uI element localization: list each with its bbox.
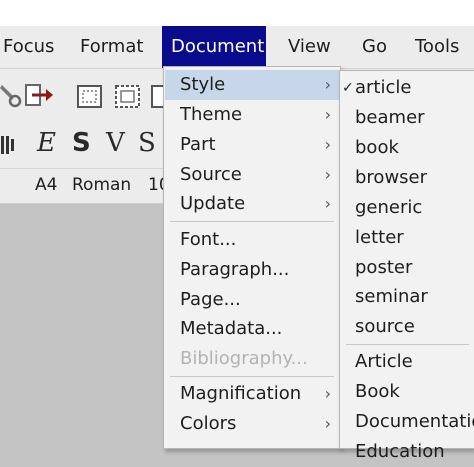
style-item-label: source	[355, 316, 415, 337]
menu-format[interactable]: Format	[71, 26, 152, 68]
emphasize-button[interactable]: E	[37, 128, 56, 158]
menu-item-update[interactable]: Update ›	[165, 189, 339, 219]
menu-item-label: Magnification	[180, 383, 302, 404]
menu-item-part[interactable]: Part ›	[165, 130, 339, 160]
style-item-source[interactable]: source	[341, 312, 474, 342]
menu-item-label: Font...	[180, 229, 237, 250]
style-item-book-alt[interactable]: Book	[341, 377, 474, 407]
export-icon[interactable]	[24, 82, 56, 110]
chevron-right-icon: ›	[324, 165, 331, 184]
menu-item-magnification[interactable]: Magnification ›	[165, 379, 339, 409]
chevron-right-icon: ›	[324, 414, 331, 433]
chevron-right-icon: ›	[324, 105, 331, 124]
style-item-article-alt[interactable]: Article	[341, 347, 474, 377]
style-item-beamer[interactable]: beamer	[341, 103, 474, 133]
paper-size[interactable]: A4	[35, 175, 57, 195]
style-item-seminar[interactable]: seminar	[341, 282, 474, 312]
chevron-right-icon: ›	[324, 75, 331, 94]
samp-button[interactable]: S	[138, 128, 156, 158]
menu-item-label: Bibliography...	[180, 348, 308, 369]
chevron-right-icon: ›	[324, 384, 331, 403]
window-top-strip	[0, 0, 474, 26]
style-item-label: Documentation	[355, 411, 474, 432]
style-item-label: book	[355, 137, 399, 158]
menu-separator	[346, 344, 469, 345]
style-item-label: Book	[355, 381, 400, 402]
checkmark-icon: ✓	[342, 80, 354, 96]
style-item-documentation[interactable]: Documentation	[341, 407, 474, 437]
style-item-browser[interactable]: browser	[341, 163, 474, 193]
style-item-label: seminar	[355, 286, 428, 307]
menu-item-label: Theme	[180, 104, 243, 125]
frame-partial-icon[interactable]	[150, 84, 164, 110]
menu-item-theme[interactable]: Theme ›	[165, 100, 339, 130]
style-item-book[interactable]: book	[341, 133, 474, 163]
menu-separator	[170, 221, 334, 222]
menu-item-page[interactable]: Page...	[165, 285, 339, 315]
menu-item-font[interactable]: Font...	[165, 225, 339, 255]
chevron-right-icon: ›	[324, 135, 331, 154]
menu-item-label: Paragraph...	[180, 259, 290, 280]
menu-item-label: Update	[180, 193, 246, 214]
frame-icon[interactable]	[76, 84, 104, 110]
menu-separator	[170, 376, 334, 377]
paragraph-icon[interactable]	[0, 134, 14, 156]
menu-item-label: Page...	[180, 289, 241, 310]
menu-view[interactable]: View	[279, 26, 340, 68]
menu-item-label: Style	[180, 74, 226, 95]
menu-item-source[interactable]: Source ›	[165, 160, 339, 190]
frame-dotted-icon[interactable]	[114, 84, 142, 110]
font-family[interactable]: Roman	[72, 175, 131, 195]
menu-bar: Focus Format Document View Go Tools	[0, 26, 474, 69]
style-item-label: browser	[355, 167, 428, 188]
style-item-label: poster	[355, 257, 413, 278]
menu-item-style[interactable]: Style ›	[165, 70, 339, 100]
style-item-education[interactable]: Education	[341, 437, 474, 467]
menu-item-label: Metadata...	[180, 318, 283, 339]
chevron-right-icon: ›	[324, 194, 331, 213]
style-item-label: Article	[355, 351, 413, 372]
menu-item-label: Part	[180, 134, 216, 155]
menu-item-paragraph[interactable]: Paragraph...	[165, 255, 339, 285]
style-item-poster[interactable]: poster	[341, 253, 474, 283]
style-item-label: article	[355, 77, 412, 98]
menu-item-metadata[interactable]: Metadata...	[165, 314, 339, 344]
style-item-label: Education	[355, 441, 445, 462]
menu-document[interactable]: Document	[162, 26, 266, 68]
menu-tools[interactable]: Tools	[406, 26, 468, 68]
menu-item-label: Colors	[180, 413, 237, 434]
document-menu: Style › Theme › Part › Source › Update ›…	[163, 66, 341, 449]
menu-item-label: Source	[180, 164, 242, 185]
menu-item-bibliography: Bibliography...	[165, 344, 339, 374]
style-item-letter[interactable]: letter	[341, 223, 474, 253]
strong-button[interactable]: S	[72, 128, 91, 158]
menu-focus[interactable]: Focus	[0, 26, 63, 68]
menu-go[interactable]: Go	[353, 26, 396, 68]
style-item-label: beamer	[355, 107, 425, 128]
style-item-generic[interactable]: generic	[341, 193, 474, 223]
menu-item-colors[interactable]: Colors ›	[165, 409, 339, 439]
tools-icon[interactable]	[0, 81, 22, 109]
verbatim-button[interactable]: V	[106, 128, 125, 158]
style-item-label: generic	[355, 197, 423, 218]
style-submenu: ✓ article beamer book browser generic le…	[339, 70, 474, 462]
style-item-article[interactable]: ✓ article	[341, 73, 474, 103]
style-item-label: letter	[355, 227, 404, 248]
